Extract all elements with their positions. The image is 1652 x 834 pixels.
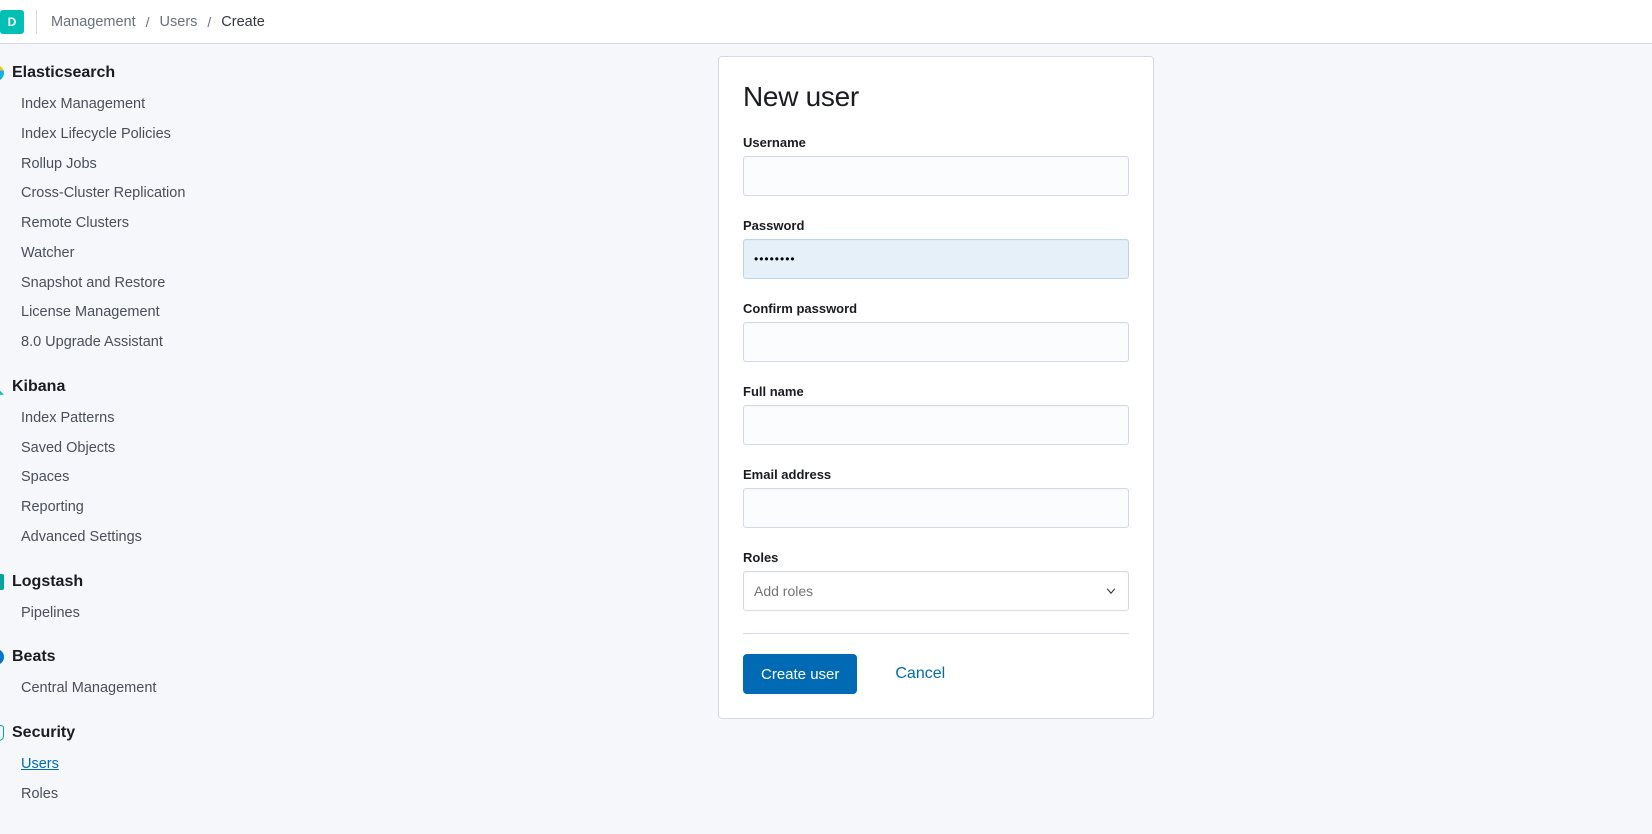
sidebar-item-pipelines[interactable]: Pipelines [21, 599, 220, 629]
elasticsearch-icon [0, 65, 4, 81]
sidebar-item-index-patterns[interactable]: Index Patterns [21, 404, 220, 434]
sidebar-section-elasticsearch: Elasticsearch [0, 64, 220, 86]
sidebar-item-roles[interactable]: Roles [21, 780, 220, 810]
email-input[interactable] [743, 488, 1129, 528]
breadcrumb-separator: / [146, 14, 150, 30]
sidebar-item-watcher[interactable]: Watcher [21, 239, 220, 269]
sidebar-section-title-beats: Beats [12, 648, 56, 666]
management-sidebar: Elasticsearch Index ManagementIndex Lifec… [0, 44, 220, 834]
sidebar-items-security: UsersRoles [0, 746, 220, 816]
password-input[interactable] [743, 239, 1129, 279]
roles-select[interactable] [743, 571, 1129, 611]
email-label: Email address [743, 467, 1129, 482]
sidebar-item-rollup-jobs[interactable]: Rollup Jobs [21, 150, 220, 180]
sidebar-items-kibana: Index PatternsSaved ObjectsSpacesReporti… [0, 400, 220, 559]
sidebar-item-snapshot-and-restore[interactable]: Snapshot and Restore [21, 269, 220, 299]
sidebar-item-index-lifecycle-policies[interactable]: Index Lifecycle Policies [21, 120, 220, 150]
page-title: New user [743, 81, 1129, 113]
sidebar-item-saved-objects[interactable]: Saved Objects [21, 434, 220, 464]
sidebar-item-reporting[interactable]: Reporting [21, 493, 220, 523]
sidebar-section-title-logstash: Logstash [12, 573, 83, 591]
sidebar-item-8-0-upgrade-assistant[interactable]: 8.0 Upgrade Assistant [21, 328, 220, 358]
sidebar-section-title-security: Security [12, 724, 75, 742]
sidebar-item-advanced-settings[interactable]: Advanced Settings [21, 523, 220, 553]
breadcrumb-users[interactable]: Users [158, 10, 200, 34]
username-label: Username [743, 135, 1129, 150]
sidebar-item-spaces[interactable]: Spaces [21, 463, 220, 493]
topbar: D Management / Users / Create [0, 0, 1652, 44]
sidebar-section-kibana: Kibana [0, 378, 220, 400]
password-label: Password [743, 218, 1129, 233]
sidebar-item-remote-clusters[interactable]: Remote Clusters [21, 209, 220, 239]
sidebar-section-title-kibana: Kibana [12, 378, 65, 396]
sidebar-item-index-management[interactable]: Index Management [21, 90, 220, 120]
sidebar-items-beats: Central Management [0, 670, 220, 710]
kibana-icon [0, 379, 4, 395]
space-badge[interactable]: D [0, 10, 24, 34]
confirm-password-input[interactable] [743, 322, 1129, 362]
sidebar-section-title-elasticsearch: Elasticsearch [12, 64, 115, 82]
breadcrumb: Management / Users / Create [49, 10, 267, 34]
breadcrumb-create: Create [219, 10, 267, 34]
sidebar-section-security: Security [0, 724, 220, 746]
create-user-panel: New user Username Password Confirm passw… [718, 56, 1154, 719]
full-name-label: Full name [743, 384, 1129, 399]
sidebar-item-cross-cluster-replication[interactable]: Cross-Cluster Replication [21, 179, 220, 209]
sidebar-items-elasticsearch: Index ManagementIndex Lifecycle Policies… [0, 86, 220, 364]
sidebar-item-users[interactable]: Users [21, 750, 220, 780]
divider [743, 633, 1129, 634]
breadcrumb-management[interactable]: Management [49, 10, 138, 34]
sidebar-section-beats: Beats [0, 648, 220, 670]
cancel-button[interactable]: Cancel [877, 654, 963, 694]
breadcrumb-separator: / [207, 14, 211, 30]
roles-label: Roles [743, 550, 1129, 565]
create-user-button[interactable]: Create user [743, 654, 857, 694]
security-icon [0, 725, 4, 741]
beats-icon [0, 649, 4, 665]
logstash-icon [0, 574, 4, 590]
username-input[interactable] [743, 156, 1129, 196]
confirm-password-label: Confirm password [743, 301, 1129, 316]
sidebar-section-logstash: Logstash [0, 573, 220, 595]
content-area: New user Username Password Confirm passw… [220, 44, 1652, 834]
topbar-divider [36, 10, 37, 34]
sidebar-items-logstash: Pipelines [0, 595, 220, 635]
full-name-input[interactable] [743, 405, 1129, 445]
sidebar-item-central-management[interactable]: Central Management [21, 674, 220, 704]
sidebar-item-license-management[interactable]: License Management [21, 298, 220, 328]
